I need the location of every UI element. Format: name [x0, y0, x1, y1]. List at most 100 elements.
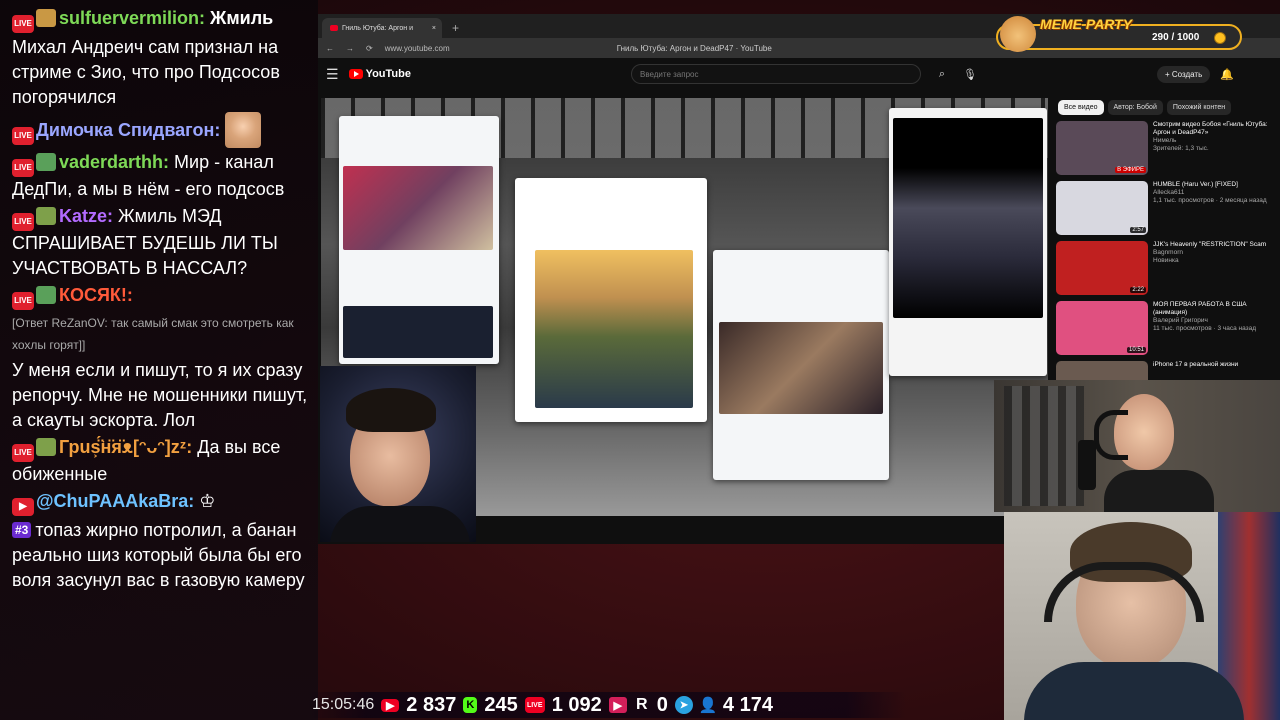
video-meta: Зрителей: 1,3 тыс. [1153, 145, 1209, 152]
photo [535, 250, 693, 408]
chat-text: топаз жирно потролил, а банан реально ши… [12, 520, 305, 590]
chat-username[interactable]: @ChuPAAAkaBra [36, 491, 188, 511]
chat-message: ▶ @ChuPAAAkaBra: ♔ [12, 489, 310, 516]
forward-icon[interactable]: → [346, 44, 354, 53]
video-meta: МОЯ ПЕРВАЯ РАБОТА В США (анимация) Валери… [1153, 301, 1280, 359]
chat-message: LIVE Katze: Жмиль МЭД СПРАШИВАЕТ БУДЕШЬ Л… [12, 204, 310, 281]
recommended-video[interactable]: 10:51 МОЯ ПЕРВАЯ РАБОТА В США (анимация) В… [1056, 301, 1280, 359]
video-duration: 2:57 [1130, 227, 1146, 233]
filter-chip[interactable]: Автор: Бобой [1107, 100, 1163, 115]
chat-message: LIVE Димочка Спидвагон: [12, 112, 310, 148]
live-badge-icon: LIVE [12, 444, 34, 462]
user-icon: 👤 [698, 697, 718, 714]
video-channel: Нимель [1153, 137, 1177, 144]
chat-message: #3 топаз жирно потролил, а банан реально … [12, 518, 310, 593]
rutube-viewers: 0 [656, 693, 668, 716]
video-title[interactable]: Смотрим видео Бобоя «Гниль Ютуба: Аргон … [1153, 121, 1280, 137]
new-tab-icon[interactable]: + [452, 21, 459, 35]
host-webcam-room [994, 380, 1280, 512]
youtube-logo[interactable]: YouTube [348, 68, 411, 80]
headphones-icon [1094, 410, 1128, 460]
colon: : [214, 120, 226, 140]
chat-username[interactable]: Димочка Спидвагон [36, 120, 214, 140]
avatar [225, 112, 262, 148]
vk-live-icon: LIVE [524, 697, 545, 713]
chat-text: У меня если и пишут, то я их сразу репор… [12, 360, 308, 430]
chat-message: LIVE sulfuervermilion: Жмиль [12, 6, 310, 33]
close-tab-icon[interactable]: × [432, 25, 436, 32]
youtube-badge-icon: ▶ [12, 498, 34, 516]
meme-party-widget: MEME PARTY 290 / 1000 [992, 16, 1248, 54]
video-meta: Новинка [1153, 257, 1179, 264]
search-icon[interactable]: ⌕ [931, 64, 953, 84]
colon: : [188, 491, 200, 511]
search-input[interactable]: Введите запрос [630, 64, 921, 84]
video-thumbnail[interactable]: 2:57 [1056, 181, 1148, 235]
reload-icon[interactable]: ⟳ [366, 44, 373, 53]
chat-message: LIVE Грus͕̈́̈͘н̈я̈ᴥ[ᵔᴗᵔ]zᶻ: Да вы все оби… [12, 435, 310, 487]
recommended-video[interactable]: 2:22 JJK's Heavenly "RESTRICTION" Scam Bag… [1056, 241, 1280, 299]
colon: : [126, 285, 133, 305]
chat-message: Михал Андреич сам признал на стриме с Зи… [12, 35, 310, 110]
emote-icon [36, 207, 56, 225]
live-badge-icon: LIVE [12, 15, 34, 33]
chat-text: Жмиль [210, 8, 274, 28]
video-duration: 2:22 [1130, 287, 1146, 293]
filter-chips: Все видео Автор: Бобой Похожий контен [1056, 98, 1280, 121]
stream-overlay: LIVE sulfuervermilion: Жмиль Михал Андреич… [0, 0, 1280, 720]
filter-chip[interactable]: Все видео [1058, 100, 1104, 115]
youtube-favicon-icon [330, 25, 338, 31]
video-channel: Allecka611 [1153, 189, 1185, 196]
window-title: Гниль Ютуба: Аргон и DeadP47 · YouTube [616, 43, 772, 53]
youtube-viewers: 2 837 [406, 693, 457, 716]
guitars [1004, 386, 1084, 506]
video-thumbnail[interactable]: 10:51 [1056, 301, 1148, 355]
chat-username[interactable]: Katze [59, 206, 107, 226]
video-duration: 10:51 [1126, 347, 1146, 353]
chat-username[interactable]: vaderdarthh [59, 152, 163, 172]
url-field[interactable]: www.youtube.com [385, 44, 605, 53]
chat-username[interactable]: sulfuervermilion [59, 8, 199, 28]
chat-username[interactable]: КОСЯК! [59, 285, 127, 305]
screenshot-card [713, 250, 889, 480]
create-button[interactable]: + Создать [1156, 65, 1211, 83]
chat-message: У меня если и пишут, то я их сразу репор… [12, 358, 310, 433]
video-title[interactable]: HUMBLE (Haru Ver.) [FIXED] [1153, 181, 1267, 189]
emote-icon [36, 153, 56, 171]
bell-icon[interactable]: 🔔 [1220, 68, 1234, 81]
youtube-icon: ▶ [381, 698, 400, 712]
emote-icon [36, 286, 56, 304]
clock: 15:05:46 [312, 696, 375, 713]
meme-score: 290 / 1000 [1152, 32, 1200, 43]
back-icon[interactable]: ← [326, 44, 334, 53]
tab-youtube[interactable]: Гниль Ютуба: Аргон и × [322, 18, 442, 38]
emote-icon [36, 9, 56, 27]
video-title[interactable]: JJK's Heavenly "RESTRICTION" Scam [1153, 241, 1266, 249]
colon: : [199, 8, 211, 28]
video-title[interactable]: МОЯ ПЕРВАЯ РАБОТА В США (анимация) [1153, 301, 1280, 317]
video-thumbnail[interactable]: В ЭФИРЕ [1056, 121, 1148, 175]
chat-text: Михал Андреич сам признал на стриме с Зи… [12, 37, 280, 107]
live-badge-icon: LIVE [12, 213, 34, 231]
recommended-video[interactable]: В ЭФИРЕ Смотрим видео Бобоя «Гниль Ютуба:… [1056, 121, 1280, 179]
guest-webcam [320, 366, 476, 542]
video-thumbnail[interactable]: 2:22 [1056, 241, 1148, 295]
live-badge-icon: LIVE [12, 292, 34, 310]
kick-viewers: 245 [484, 693, 518, 716]
mic-icon[interactable]: 🎙 [963, 68, 977, 81]
recommended-video[interactable]: 2:57 HUMBLE (Haru Ver.) [FIXED] Allecka611… [1056, 181, 1280, 239]
youtube-header: ☰ YouTube Введите запрос ⌕ 🎙 + Создать 🔔 [318, 58, 1280, 90]
photo [719, 322, 883, 414]
rutube-play-icon: ▶ [608, 697, 627, 713]
filter-chip[interactable]: Похожий контен [1166, 100, 1232, 115]
live-viewers: 1 092 [551, 693, 602, 716]
video-meta: 11 тыс. просмотров · 3 часа назад [1153, 325, 1257, 332]
video-title[interactable]: iPhone 17 в реальной жизни [1153, 361, 1238, 369]
live-badge-icon: LIVE [12, 127, 34, 145]
chat-username[interactable]: Грus͕̈́̈͘н̈я̈ᴥ[ᵔᴗᵔ]zᶻ [59, 437, 186, 457]
stream-chat: LIVE sulfuervermilion: Жмиль Михал Андреич… [0, 0, 318, 720]
video-channel: Bagnmorn [1153, 249, 1183, 256]
menu-icon[interactable]: ☰ [326, 66, 339, 83]
photo [343, 166, 493, 250]
search-placeholder: Введите запрос [639, 69, 699, 79]
